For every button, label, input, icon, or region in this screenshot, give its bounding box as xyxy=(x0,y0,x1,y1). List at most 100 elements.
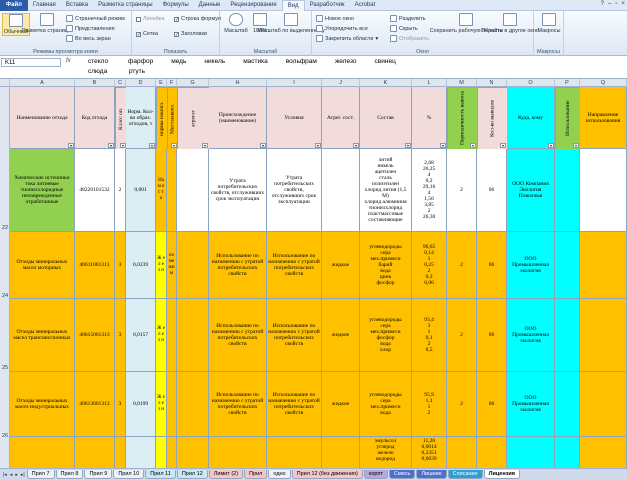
filter-dropdown-o[interactable]: ▾ xyxy=(548,143,554,148)
cell-a24[interactable]: Отходы минеральных масел моторных xyxy=(10,232,75,299)
cell-l25[interactable]: 93,4 3 1 0,1 2 0,5 xyxy=(412,299,447,372)
cell-j25[interactable]: жидкое xyxy=(322,299,360,372)
tab-data[interactable]: Данные xyxy=(194,0,226,11)
formula-bar-checkbox[interactable]: ✓ Строка формул xyxy=(174,16,221,22)
cell-m24[interactable]: 2 xyxy=(447,232,477,299)
zoom-selection-button[interactable]: Масштаб по выделенному xyxy=(257,13,325,34)
cell-h24[interactable]: Использование по назначению с утратой по… xyxy=(209,232,267,299)
cell-a26[interactable]: Отходы минеральных масел индустриальных xyxy=(10,372,75,437)
cell-k22[interactable]: литий никель ацетилен сталь полиэтилен х… xyxy=(360,149,412,232)
header-cell-m[interactable]: Периодичность вывоза xyxy=(447,87,477,149)
cell-j26[interactable]: жидкое xyxy=(322,372,360,437)
cell-f27[interactable] xyxy=(167,437,177,468)
cell-c26[interactable]: 3 xyxy=(115,372,126,437)
filter-dropdown-b[interactable]: ▾ xyxy=(108,143,114,148)
gridlines-checkbox[interactable]: ✓ Сетка xyxy=(136,31,158,37)
column-header-l[interactable]: L xyxy=(412,79,447,87)
freeze-panes-button[interactable]: Закрепить области ▾ xyxy=(316,35,378,42)
cell-p27[interactable] xyxy=(555,437,580,468)
cell-k24[interactable]: углеводороды сера мех.примеси барий вода… xyxy=(360,232,412,299)
cell-n27[interactable] xyxy=(477,437,507,468)
name-box[interactable]: K11 xyxy=(1,58,61,67)
filter-dropdown-g[interactable]: ▾ xyxy=(202,143,208,148)
cell-a22[interactable]: Химические источники тока литиевые тиони… xyxy=(10,149,75,232)
cell-c27[interactable] xyxy=(115,437,126,468)
sheet-tab-5[interactable]: Прил 11 xyxy=(145,470,176,479)
row-header-26[interactable]: 26 xyxy=(0,433,10,439)
cell-q27[interactable] xyxy=(580,437,627,468)
cell-e27[interactable] xyxy=(156,437,167,468)
header-cell-q[interactable]: Направление использования xyxy=(580,87,627,149)
cell-d22[interactable]: 0,001 xyxy=(126,149,156,232)
cell-e24[interactable]: Ж е л е з н xyxy=(156,232,167,299)
header-cell-n[interactable]: Кол-во выводов xyxy=(477,87,507,149)
cell-m22[interactable]: 2 xyxy=(447,149,477,232)
cell-i26[interactable]: Использование по назначению с утратой по… xyxy=(267,372,322,437)
cell-l24[interactable]: 96,65 0,14 1 0,25 2 0,3 0,06 xyxy=(412,232,447,299)
filter-dropdown-f[interactable]: ▾ xyxy=(171,143,177,148)
save-workspace-button[interactable]: Сохранить рабочую область xyxy=(430,13,502,34)
page-layout-button[interactable]: Разметка страницы xyxy=(22,13,72,34)
column-header-i[interactable]: I xyxy=(267,79,322,87)
zoom-button[interactable]: Масштаб xyxy=(223,13,249,34)
cell-h26[interactable]: Использование по назначению с утратой по… xyxy=(209,372,267,437)
cell-d25[interactable]: 0,0157 xyxy=(126,299,156,372)
help-icon[interactable]: ? xyxy=(601,1,604,7)
cell-m26[interactable]: 2 xyxy=(447,372,477,437)
tab-acrobat[interactable]: Acrobat xyxy=(350,0,381,11)
filter-dropdown-h[interactable]: ▾ xyxy=(260,143,266,148)
tab-home[interactable]: Главная xyxy=(28,0,61,11)
header-cell-b[interactable]: Код отхода xyxy=(75,87,115,149)
cell-q26[interactable] xyxy=(580,372,627,437)
macros-button[interactable]: Макросы xyxy=(536,13,562,34)
sheet-tab-10[interactable]: Прил 12 (без движения) xyxy=(291,470,363,479)
cell-b24[interactable]: 40611001313 xyxy=(75,232,115,299)
cell-o24[interactable]: ООО Промышленная экология xyxy=(507,232,555,299)
cell-n24[interactable]: 06 xyxy=(477,232,507,299)
column-header-b[interactable]: B xyxy=(75,79,115,87)
cell-d24[interactable]: 0,0239 xyxy=(126,232,156,299)
cell-c22[interactable]: 2 xyxy=(115,149,126,232)
header-cell-i[interactable]: Условия xyxy=(267,87,322,149)
minimize-icon[interactable]: – xyxy=(608,1,611,7)
sheet-tab-7[interactable]: Лимит (2) xyxy=(208,470,244,479)
tab-developer[interactable]: Разработчик xyxy=(305,0,350,11)
sheet-tab-2[interactable]: Прил 8 xyxy=(55,470,84,479)
last-sheet-icon[interactable]: ▸| xyxy=(20,472,26,478)
cell-o26[interactable]: ООО Промышленная экология xyxy=(507,372,555,437)
cell-n22[interactable]: 06 xyxy=(477,149,507,232)
sheet-tab-8[interactable]: Прил xyxy=(244,470,268,479)
cell-h22[interactable]: Утрата потребительских свойств, отслужив… xyxy=(209,149,267,232)
formula-input-line-1[interactable]: стекло фарфор медь никель мастика вольфр… xyxy=(88,57,396,66)
row-header-24[interactable]: 24 xyxy=(0,293,10,299)
column-header-f[interactable]: F xyxy=(167,79,177,87)
ruler-checkbox[interactable]: Линейка xyxy=(136,16,164,22)
tab-review[interactable]: Рецензирование xyxy=(225,0,281,11)
header-cell-e[interactable]: нормы накопл. xyxy=(156,87,167,149)
switch-windows-button[interactable]: Перейти в другое окно xyxy=(481,13,539,34)
first-sheet-icon[interactable]: |◂ xyxy=(2,472,8,478)
sheet-tab-13[interactable]: Лишние xyxy=(416,470,447,479)
header-cell-k[interactable]: Состав xyxy=(360,87,412,149)
cell-o25[interactable]: ООО Промышленная экология xyxy=(507,299,555,372)
tab-page-layout[interactable]: Разметка страницы xyxy=(93,0,157,11)
fx-icon[interactable]: fx xyxy=(66,58,71,64)
column-header-q[interactable]: Q xyxy=(580,79,627,87)
header-cell-a[interactable]: Наименование отхода xyxy=(10,87,75,149)
cell-i22[interactable]: Утрата потребительских свойств, отслужив… xyxy=(267,149,322,232)
row-header-22[interactable]: 22 xyxy=(0,225,10,231)
sheet-tab-3[interactable]: Прил 9 xyxy=(84,470,113,479)
cell-e26[interactable]: Ж е л е з н xyxy=(156,372,167,437)
sheet-tab-9[interactable]: одно xyxy=(268,470,291,479)
sheet-tab-4[interactable]: Прил 10 xyxy=(113,470,145,479)
split-button[interactable]: Разделить xyxy=(390,15,426,22)
cell-e22[interactable]: На м е с т о xyxy=(156,149,167,232)
column-header-c[interactable]: C xyxy=(115,79,126,87)
cell-h27[interactable] xyxy=(209,437,267,468)
cell-b25[interactable]: 40615001313 xyxy=(75,299,115,372)
cell-g26[interactable] xyxy=(177,372,209,437)
cell-m25[interactable]: 2 xyxy=(447,299,477,372)
cell-p24[interactable] xyxy=(555,232,580,299)
select-all-corner[interactable] xyxy=(0,79,10,87)
arrange-all-button[interactable]: Упорядочить все xyxy=(316,25,368,32)
